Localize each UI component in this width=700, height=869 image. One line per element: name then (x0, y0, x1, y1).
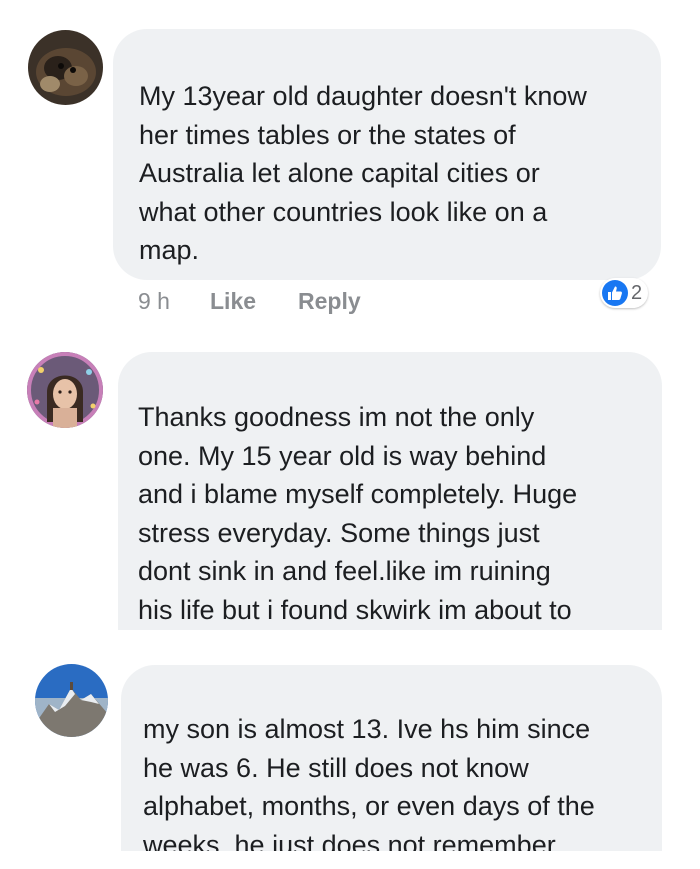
comment-1-like-button[interactable]: Like (210, 288, 256, 315)
comment-1-timestamp: 9 h (138, 288, 170, 314)
comments-screen: My 13year old daughter doesn't know her … (0, 0, 700, 869)
dog-photo-avatar (28, 30, 103, 105)
comment-1-reaction-count: 2 (631, 281, 643, 304)
comment-1-avatar[interactable] (28, 30, 103, 105)
thumbs-up-icon (602, 280, 628, 306)
woman-photo-avatar (27, 352, 103, 428)
comment-3-bubble: my son is almost 13. Ive hs him since he… (121, 665, 662, 851)
comment-3-text: my son is almost 13. Ive hs him since he… (143, 714, 595, 851)
comment-2-avatar[interactable] (27, 352, 103, 428)
comment-1-text: My 13year old daughter doesn't know her … (139, 81, 587, 265)
comment-1-bubble: My 13year old daughter doesn't know her … (113, 29, 661, 280)
mountain-photo-avatar (35, 664, 108, 737)
comment-2-text: Thanks goodness im not the only one. My … (138, 402, 578, 625)
comment-1-reactions[interactable]: 2 (600, 278, 649, 308)
comment-3-avatar[interactable] (35, 664, 108, 737)
comment-2-bubble: Thanks goodness im not the only one. My … (118, 352, 662, 630)
comment-1-reply-button[interactable]: Reply (298, 288, 361, 315)
